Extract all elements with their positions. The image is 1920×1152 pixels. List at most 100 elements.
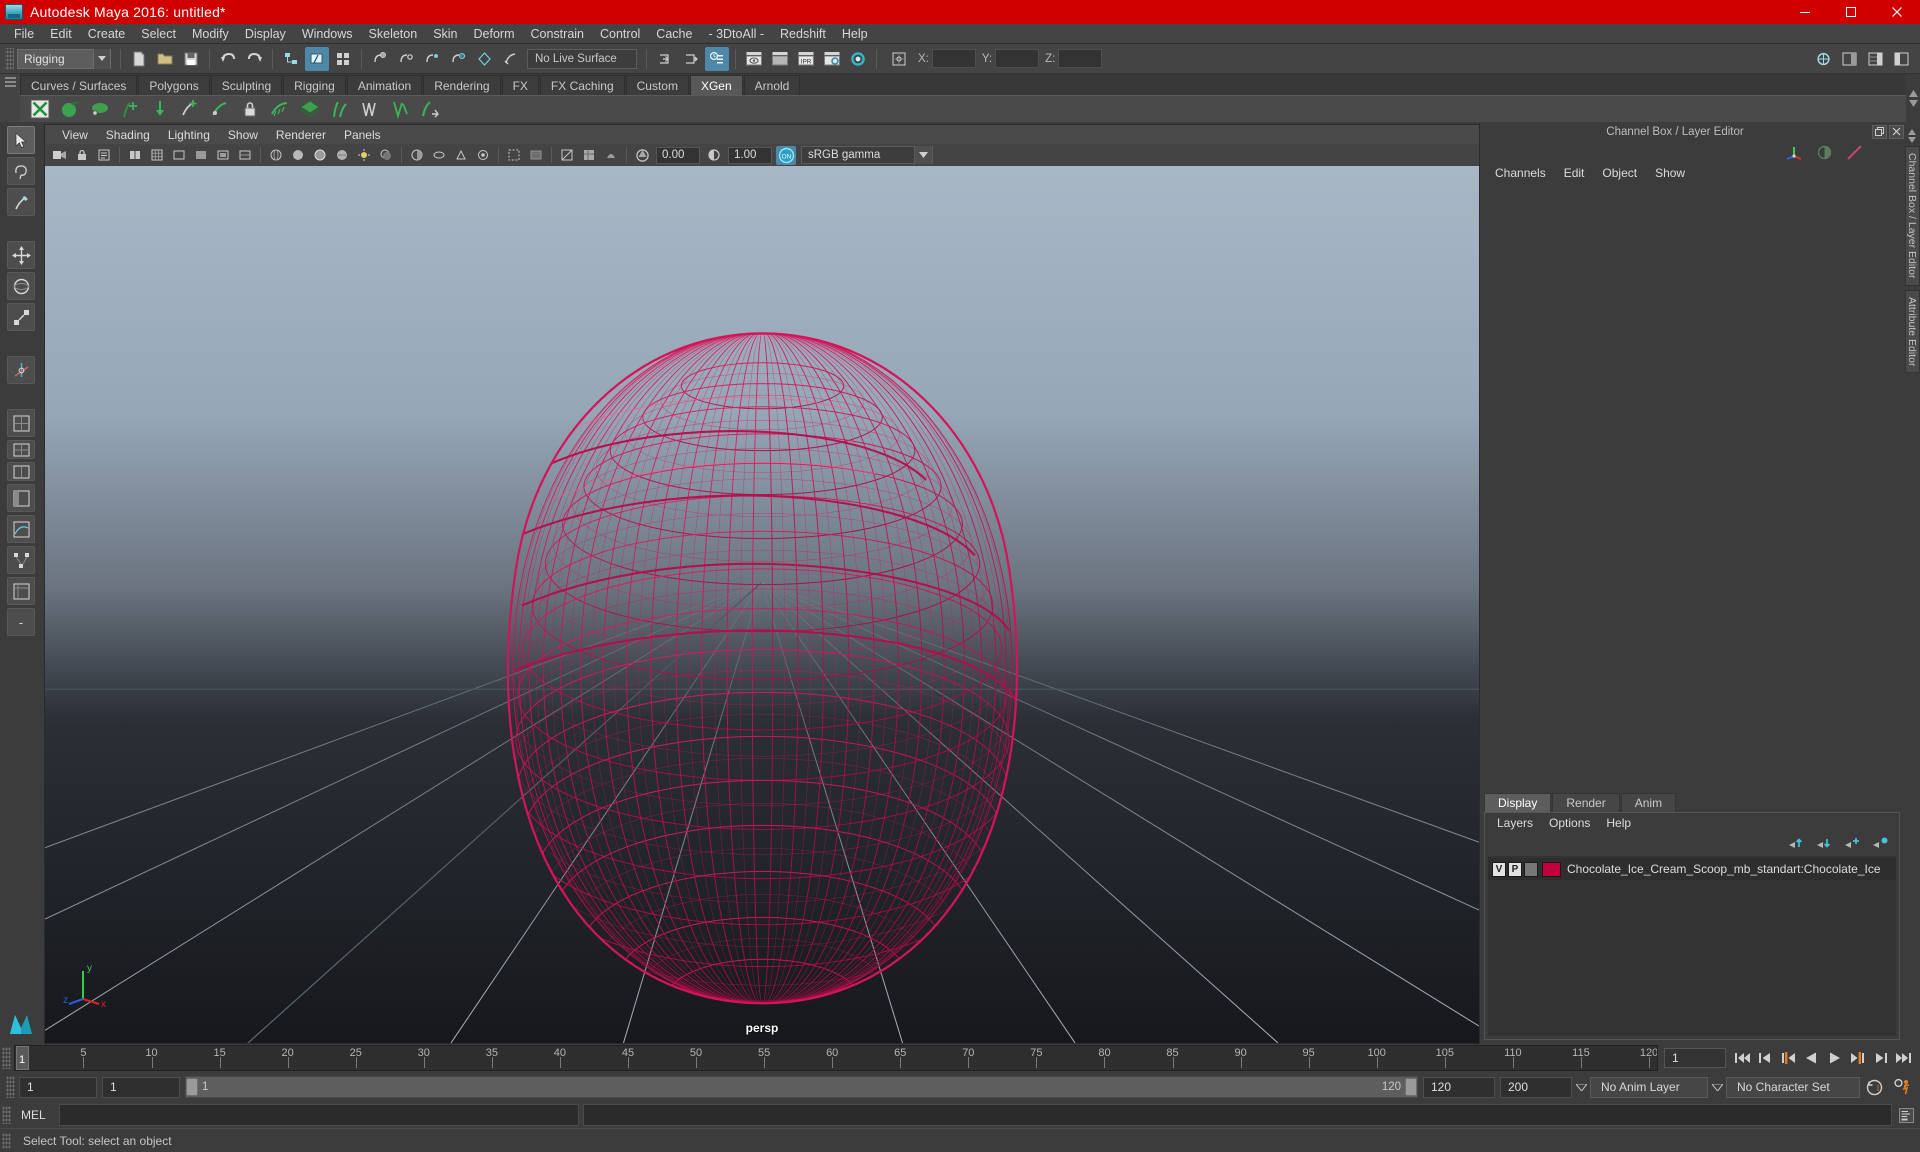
channel-menu-object[interactable]: Object (1593, 166, 1646, 180)
xgen-sphere-description-button[interactable] (56, 96, 83, 122)
x-field[interactable] (931, 49, 976, 68)
menu-skeleton[interactable]: Skeleton (361, 24, 426, 44)
rotate-tool-button[interactable] (7, 272, 35, 300)
move-layer-down-icon[interactable] (1816, 836, 1833, 850)
layer-menu-help[interactable]: Help (1598, 816, 1639, 830)
layer-row[interactable]: V P Chocolate_Ice_Cream_Scoop_mb_standar… (1488, 858, 1896, 880)
shelf-tab-curves-surfaces[interactable]: Curves / Surfaces (20, 75, 138, 95)
channel-box-content[interactable] (1480, 183, 1904, 792)
layer-playback-toggle[interactable]: P (1508, 861, 1522, 877)
command-language-label[interactable]: MEL (11, 1108, 59, 1122)
show-input-connections-button[interactable] (653, 47, 677, 71)
camera-attributes-icon[interactable] (94, 146, 114, 165)
chevron-down-icon[interactable] (93, 48, 110, 69)
render-sequence-button[interactable] (768, 47, 792, 71)
maximize-icon[interactable] (1828, 0, 1874, 24)
close-icon[interactable] (1874, 0, 1920, 24)
xgen-preview-button[interactable] (296, 96, 323, 122)
show-manipulator-tool-button[interactable] (7, 356, 35, 384)
wireframe-shading-icon[interactable] (266, 146, 286, 165)
menu-select[interactable]: Select (133, 24, 184, 44)
chocolate-ice-cream-scoop-mesh[interactable] (45, 166, 1479, 1043)
hardware-texturing-icon[interactable] (332, 146, 352, 165)
live-surface-field[interactable]: No Live Surface (527, 48, 637, 69)
save-scene-button[interactable] (179, 47, 203, 71)
gamma-field[interactable]: 1.00 (728, 146, 772, 164)
film-gate-icon[interactable] (169, 146, 189, 165)
go-to-start-icon[interactable] (1732, 1048, 1753, 1069)
range-start-handle[interactable] (186, 1078, 198, 1096)
undo-button[interactable] (216, 47, 240, 71)
move-layer-up-icon[interactable] (1788, 836, 1805, 850)
resolution-gate-icon[interactable] (191, 146, 211, 165)
layout-relationship-editor-button[interactable] (7, 577, 35, 605)
y-field[interactable] (995, 49, 1040, 68)
lock-camera-icon[interactable] (72, 146, 92, 165)
open-attribute-editor-button[interactable] (705, 46, 729, 71)
viewport-menu-view[interactable]: View (53, 128, 97, 142)
add-selected-to-layer-icon[interactable] (1872, 836, 1889, 850)
layout-single-perspective-button[interactable] (7, 409, 35, 437)
menu-create[interactable]: Create (80, 24, 134, 44)
step-forward-frame-icon[interactable] (1847, 1048, 1868, 1069)
viewport-menu-panels[interactable]: Panels (335, 128, 390, 142)
layer-tab-render[interactable]: Render (1552, 793, 1620, 812)
xgen-groom-button[interactable] (356, 96, 383, 122)
minimize-icon[interactable] (1782, 0, 1828, 24)
layout-graph-editor-button[interactable] (7, 515, 35, 543)
xgen-guide-tool-button[interactable] (176, 96, 203, 122)
range-start-field[interactable]: 1 (102, 1076, 180, 1098)
panel-undock-icon[interactable] (1872, 124, 1888, 139)
grid-display-icon[interactable] (147, 146, 167, 165)
hypershade-button[interactable] (846, 47, 870, 71)
layout-four-view-button[interactable] (7, 440, 35, 459)
menu-windows[interactable]: Windows (294, 24, 361, 44)
menu-constrain[interactable]: Constrain (523, 24, 593, 44)
command-output-field[interactable] (583, 1104, 1892, 1126)
time-slider-grip[interactable] (2, 1047, 11, 1069)
current-frame-field[interactable]: 1 (1664, 1048, 1726, 1068)
viewport-menu-lighting[interactable]: Lighting (159, 128, 219, 142)
layer-tab-anim[interactable]: Anim (1620, 793, 1677, 812)
menu-redshift[interactable]: Redshift (772, 24, 834, 44)
animation-end-field[interactable]: 200 (1500, 1076, 1572, 1098)
exposure-field[interactable]: 0.00 (656, 146, 700, 164)
snap-to-grid-button[interactable] (368, 47, 392, 71)
toggle-modeling-toolkit-icon[interactable] (1811, 47, 1835, 71)
layer-tab-display[interactable]: Display (1484, 793, 1552, 812)
book-icon[interactable] (125, 146, 145, 165)
layer-name[interactable]: Chocolate_Ice_Cream_Scoop_mb_standart:Ch… (1567, 862, 1881, 876)
absolute-transform-icon[interactable] (887, 47, 911, 71)
manipulator-axes-icon[interactable] (1785, 143, 1804, 162)
layer-state-toggle[interactable] (1524, 861, 1538, 877)
auto-keyframe-icon[interactable]: l (1864, 1077, 1884, 1097)
menu-cache[interactable]: Cache (648, 24, 700, 44)
shelf-tab-arnold[interactable]: Arnold (743, 75, 801, 95)
panel-close-icon[interactable] (1889, 124, 1905, 139)
viewport-menu-show[interactable]: Show (219, 128, 267, 142)
motion-blur-icon[interactable] (429, 146, 449, 165)
exposure-gate-icon[interactable] (235, 146, 255, 165)
multisample-aa-icon[interactable] (451, 146, 471, 165)
menu-display[interactable]: Display (237, 24, 294, 44)
layer-visibility-toggle[interactable]: V (1492, 861, 1506, 877)
menu-skin[interactable]: Skin (425, 24, 465, 44)
z-field[interactable] (1058, 49, 1103, 68)
anim-layer-field[interactable]: No Anim Layer (1590, 1076, 1708, 1098)
toggle-attribute-editor-icon[interactable] (1837, 47, 1861, 71)
menu-file[interactable]: File (6, 24, 42, 44)
color-profile-selector[interactable]: sRGB gamma (801, 146, 933, 164)
move-tool-button[interactable] (7, 241, 35, 269)
xgen-density-brush-button[interactable] (206, 96, 233, 122)
play-forwards-icon[interactable] (1824, 1048, 1845, 1069)
character-set-field[interactable]: No Character Set (1726, 1076, 1860, 1098)
viewport-menu-shading[interactable]: Shading (97, 128, 159, 142)
layout-outliner-persp-button[interactable] (7, 484, 35, 512)
shelf-tab-rigging[interactable]: Rigging (283, 75, 346, 95)
xgen-lock-button[interactable] (236, 96, 263, 122)
isolate-select-icon[interactable] (504, 146, 524, 165)
select-by-component-type-button[interactable] (331, 47, 355, 71)
menu-control[interactable]: Control (592, 24, 648, 44)
script-editor-icon[interactable] (1896, 1105, 1916, 1125)
toggle-tool-settings-icon[interactable] (1889, 47, 1913, 71)
